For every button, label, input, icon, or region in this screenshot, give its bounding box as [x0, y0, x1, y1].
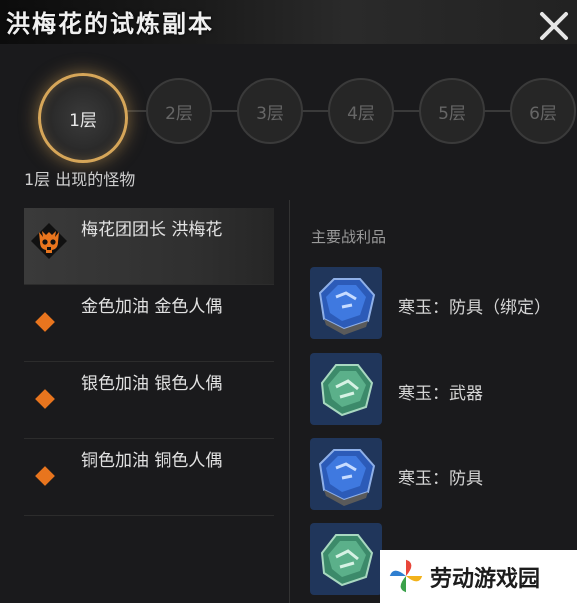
- diamond-icon: [35, 466, 55, 486]
- monster-item[interactable]: 银色加油 银色人偶: [24, 362, 274, 439]
- floor-tab-5[interactable]: 5层: [419, 78, 485, 144]
- loot-item[interactable]: 寒玉：防具: [310, 438, 570, 514]
- loot-label: 寒玉：防具（绑定）: [398, 298, 551, 318]
- loot-icon-box: [310, 353, 382, 425]
- monster-item[interactable]: 金色加油 金色人偶: [24, 285, 274, 362]
- floor-label: 5层: [438, 103, 466, 124]
- title-bar: 洪梅花的试炼副本: [0, 0, 577, 44]
- loot-item[interactable]: 寒玉：防具（绑定）: [310, 267, 570, 343]
- green-jade-icon: [320, 534, 374, 587]
- floor-label: 3层: [256, 103, 284, 124]
- green-jade-icon: [320, 364, 374, 417]
- monster-name: 铜色加油 铜色人偶: [81, 451, 223, 471]
- floor-caption: 1层 出现的怪物: [24, 170, 136, 189]
- blue-jade-icon: [318, 278, 376, 335]
- diamond-icon: [35, 312, 55, 332]
- diamond-icon: [35, 389, 55, 409]
- pinwheel-logo-icon: [389, 559, 423, 593]
- floor-tab-3[interactable]: 3层: [237, 78, 303, 144]
- panel-divider: [289, 200, 290, 603]
- floor-tab-1[interactable]: 1层: [38, 73, 128, 163]
- site-watermark: 劳动游戏园: [380, 550, 577, 603]
- floor-tab-2[interactable]: 2层: [146, 78, 212, 144]
- monster-item[interactable]: 铜色加油 铜色人偶: [24, 439, 274, 516]
- monster-item-boss[interactable]: 梅花团团长 洪梅花: [24, 208, 274, 285]
- floor-label: 2层: [165, 103, 193, 124]
- close-icon[interactable]: [536, 8, 572, 44]
- boss-skull-icon: [31, 223, 67, 259]
- floor-tab-4[interactable]: 4层: [328, 78, 394, 144]
- loot-item[interactable]: 寒玉：武器: [310, 353, 570, 429]
- monster-name: 梅花团团长 洪梅花: [81, 220, 223, 240]
- loot-label: 寒玉：武器: [398, 384, 483, 404]
- loot-label: 寒玉：防具: [398, 469, 483, 489]
- loot-icon-box: [310, 267, 382, 339]
- dungeon-title: 洪梅花的试炼副本: [6, 9, 214, 38]
- loot-icon-box: [310, 438, 382, 510]
- floor-label: 6层: [529, 103, 557, 124]
- loot-header: 主要战利品: [311, 228, 387, 246]
- floor-label: 4层: [347, 103, 375, 124]
- monster-name: 银色加油 银色人偶: [81, 374, 223, 394]
- monster-list: 梅花团团长 洪梅花 金色加油 金色人偶 银色加油 银色人偶 铜色加油 铜色人偶: [24, 208, 274, 516]
- floor-label: 1层: [69, 110, 97, 131]
- loot-icon-box: [310, 523, 382, 595]
- watermark-text: 劳动游戏园: [430, 567, 541, 592]
- floor-tab-6[interactable]: 6层: [510, 78, 576, 144]
- monster-name: 金色加油 金色人偶: [81, 297, 223, 317]
- blue-jade-icon: [318, 449, 376, 506]
